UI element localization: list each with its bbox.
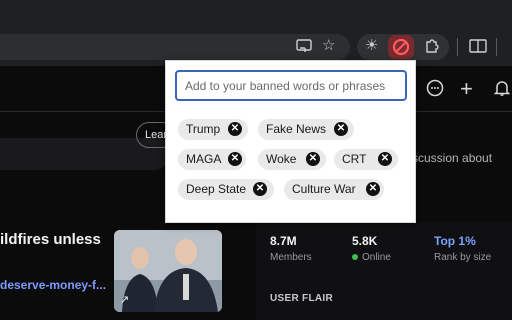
external-link-icon: ↗: [120, 294, 130, 306]
extension-sun-icon[interactable]: ☀: [365, 38, 378, 53]
post-thumbnail[interactable]: ↗: [114, 230, 222, 312]
rank-value: Top 1%: [434, 234, 476, 248]
community-description: scussion about: [412, 151, 493, 165]
community-sidebar: 8.7M Members 5.8K Online Top 1% Rank by …: [256, 222, 512, 320]
post-link[interactable]: deserve-money-f...: [0, 278, 106, 292]
puzzle-extensions-icon[interactable]: [424, 38, 440, 56]
online-label-text: Online: [362, 252, 391, 263]
banned-word-chip: Woke ✕: [258, 149, 326, 170]
extension-ban-icon: [392, 38, 410, 56]
banned-word-label: Trump: [186, 122, 221, 136]
banned-words-popup: Trump ✕ Fake News ✕ MAGA ✕ Woke ✕ CRT ✕ …: [165, 60, 416, 223]
online-status-dot: [352, 254, 358, 261]
remove-word-icon[interactable]: ✕: [306, 152, 320, 166]
online-label: Online: [352, 252, 391, 263]
reading-list-icon[interactable]: [469, 39, 487, 55]
banned-word-chip: MAGA ✕: [178, 149, 246, 170]
chat-icon[interactable]: [426, 79, 444, 102]
post-title[interactable]: ildfires unless: [0, 231, 101, 248]
banned-word-chip: CRT ✕: [334, 149, 398, 170]
banned-word-label: Fake News: [266, 122, 327, 136]
toolbar-divider: [496, 38, 497, 56]
banned-word-chip: Deep State ✕: [178, 179, 274, 200]
online-count: 5.8K: [352, 234, 378, 248]
banned-word-label: CRT: [342, 152, 367, 166]
banned-word-chip: Fake News ✕: [258, 119, 354, 140]
bookmark-star-icon[interactable]: ☆: [322, 38, 335, 53]
remove-word-icon[interactable]: ✕: [378, 152, 392, 166]
toolbar-divider: [457, 38, 458, 56]
banned-word-label: Culture War: [292, 182, 356, 196]
banned-word-chip: Trump ✕: [178, 119, 248, 140]
rank-label: Rank by size: [434, 252, 492, 263]
extension-ban-button[interactable]: [388, 35, 414, 59]
banned-word-label: MAGA: [186, 152, 222, 166]
remove-word-icon[interactable]: ✕: [228, 122, 242, 136]
remove-word-icon[interactable]: ✕: [253, 182, 267, 196]
user-flair-heading: USER FLAIR: [270, 293, 333, 304]
banned-word-input[interactable]: [175, 70, 407, 101]
remove-word-icon[interactable]: ✕: [228, 152, 242, 166]
banned-word-label: Deep State: [186, 182, 247, 196]
create-post-icon[interactable]: +: [460, 76, 473, 102]
post-thumbnail-image: [114, 230, 222, 312]
notification-bell-icon[interactable]: [493, 79, 511, 102]
remove-word-icon[interactable]: ✕: [366, 182, 380, 196]
browser-toolbar: ☆ ☀: [0, 0, 512, 66]
banned-word-label: Woke: [266, 152, 297, 166]
cast-icon[interactable]: [296, 39, 312, 55]
members-label: Members: [270, 252, 312, 263]
members-count: 8.7M: [270, 234, 297, 248]
remove-word-icon[interactable]: ✕: [334, 122, 348, 136]
banned-word-chip: Culture War ✕: [284, 179, 384, 200]
